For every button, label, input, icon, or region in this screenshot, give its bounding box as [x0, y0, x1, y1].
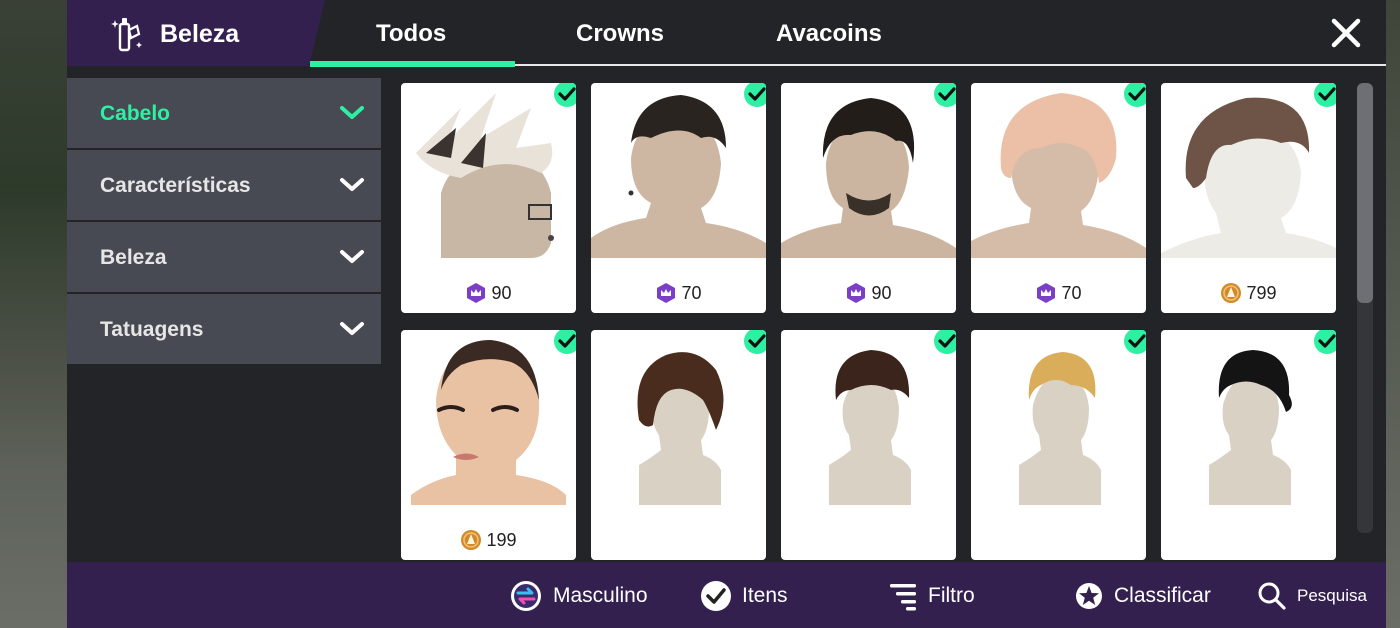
- sidebar-item-cabelo[interactable]: Cabelo: [67, 78, 381, 148]
- owned-check-icon: [1124, 330, 1146, 354]
- avacoin-currency-icon: [461, 530, 482, 551]
- chevron-down-icon: [340, 178, 364, 191]
- sort-star-icon: [1076, 583, 1102, 609]
- close-icon[interactable]: [1329, 16, 1363, 50]
- search-label: Pesquisa: [1297, 586, 1367, 605]
- item-grid: 90 70 90 70 799 199: [401, 83, 1341, 561]
- active-tab-indicator: [310, 61, 515, 67]
- owned-check-icon: [934, 83, 956, 107]
- items-label: Itens: [742, 584, 788, 607]
- owned-check-icon: [744, 83, 766, 107]
- hair-preview-image: [781, 98, 956, 258]
- item-price: 90: [401, 282, 576, 304]
- item-price: 799: [1161, 282, 1336, 304]
- crown-currency-icon: [1037, 283, 1056, 304]
- gender-switch-icon: [511, 581, 541, 611]
- crown-currency-icon: [467, 283, 486, 304]
- search-icon: [1258, 582, 1286, 610]
- check-circle-icon: [701, 581, 731, 611]
- category-sidebar: Cabelo Características Beleza Tatuagens: [67, 78, 381, 366]
- sidebar-item-label: Características: [100, 174, 251, 197]
- bottom-toolbar: Masculino Itens Filtro Classificar Pesqu…: [67, 562, 1386, 628]
- header: Beleza Todos Crowns Avacoins: [67, 0, 1386, 67]
- sidebar-item-caracteristicas[interactable]: Características: [67, 150, 381, 220]
- hair-item-card[interactable]: 70: [591, 83, 766, 313]
- price-value: 199: [486, 529, 517, 550]
- beauty-shop-panel: Beleza Todos Crowns Avacoins Cabelo Cara…: [67, 0, 1386, 628]
- price-value: 70: [1061, 282, 1082, 303]
- hair-preview-image: [591, 95, 766, 258]
- scrollbar-thumb[interactable]: [1357, 83, 1373, 303]
- hair-item-card[interactable]: 799: [1161, 83, 1336, 313]
- header-divider: [515, 64, 1386, 66]
- sidebar-item-beleza[interactable]: Beleza: [67, 222, 381, 292]
- filter-icon: [890, 584, 916, 611]
- item-price: 70: [971, 282, 1146, 304]
- sort-label: Classificar: [1114, 584, 1211, 607]
- crown-currency-icon: [847, 283, 866, 304]
- grid-scrollbar[interactable]: [1357, 83, 1373, 533]
- tab-todos[interactable]: Todos: [376, 20, 446, 48]
- hair-item-card[interactable]: 90: [401, 83, 576, 313]
- tab-avacoins[interactable]: Avacoins: [776, 20, 882, 48]
- owned-check-icon: [554, 83, 576, 107]
- filter-label: Filtro: [928, 584, 975, 607]
- hair-item-card[interactable]: [1161, 330, 1336, 560]
- sidebar-item-label: Tatuagens: [100, 318, 204, 341]
- price-value: 90: [491, 282, 512, 303]
- chevron-down-icon: [340, 322, 364, 335]
- hair-item-card[interactable]: 90: [781, 83, 956, 313]
- hair-preview-image: [411, 340, 566, 505]
- price-value: 799: [1246, 282, 1277, 303]
- filter-button[interactable]: Filtro: [888, 576, 975, 616]
- hair-item-card[interactable]: 70: [971, 83, 1146, 313]
- sidebar-item-tatuagens[interactable]: Tatuagens: [67, 294, 381, 364]
- game-background-left: [0, 0, 67, 628]
- sort-button[interactable]: Classificar: [1074, 576, 1211, 616]
- hair-preview-image: [637, 352, 724, 505]
- price-value: 90: [871, 282, 892, 303]
- price-value: 70: [681, 282, 702, 303]
- item-price: 199: [401, 529, 576, 551]
- item-price: 70: [591, 282, 766, 304]
- game-background-right: [1386, 0, 1400, 628]
- crown-currency-icon: [657, 283, 676, 304]
- beauty-brush-icon: [111, 16, 145, 52]
- owned-check-icon: [934, 330, 956, 354]
- search-button[interactable]: Pesquisa: [1257, 576, 1367, 616]
- tab-crowns[interactable]: Crowns: [576, 20, 664, 48]
- hair-item-card[interactable]: [781, 330, 956, 560]
- items-toggle-button[interactable]: Itens: [700, 576, 788, 616]
- sidebar-item-label: Beleza: [100, 246, 167, 269]
- hair-preview-image: [829, 350, 911, 505]
- avacoin-currency-icon: [1221, 283, 1242, 304]
- hair-preview-image: [1209, 350, 1292, 505]
- hair-preview-image: [1161, 97, 1336, 258]
- chevron-down-icon: [340, 106, 364, 119]
- owned-check-icon: [744, 330, 766, 354]
- hair-item-card[interactable]: [971, 330, 1146, 560]
- hair-preview-image: [971, 93, 1146, 258]
- hair-preview-image: [1019, 352, 1101, 505]
- page-title: Beleza: [160, 20, 240, 48]
- section-title-block: Beleza: [67, 0, 325, 66]
- owned-check-icon: [1124, 83, 1146, 107]
- gender-label: Masculino: [553, 584, 648, 607]
- item-price: 90: [781, 282, 956, 304]
- hair-preview-image: [416, 93, 554, 258]
- sidebar-item-label: Cabelo: [100, 102, 171, 125]
- gender-toggle-button[interactable]: Masculino: [509, 576, 648, 616]
- owned-check-icon: [554, 330, 576, 354]
- owned-check-icon: [1314, 83, 1336, 107]
- hair-item-card[interactable]: [591, 330, 766, 560]
- owned-check-icon: [1314, 330, 1336, 354]
- chevron-down-icon: [340, 250, 364, 263]
- hair-item-card[interactable]: 199: [401, 330, 576, 560]
